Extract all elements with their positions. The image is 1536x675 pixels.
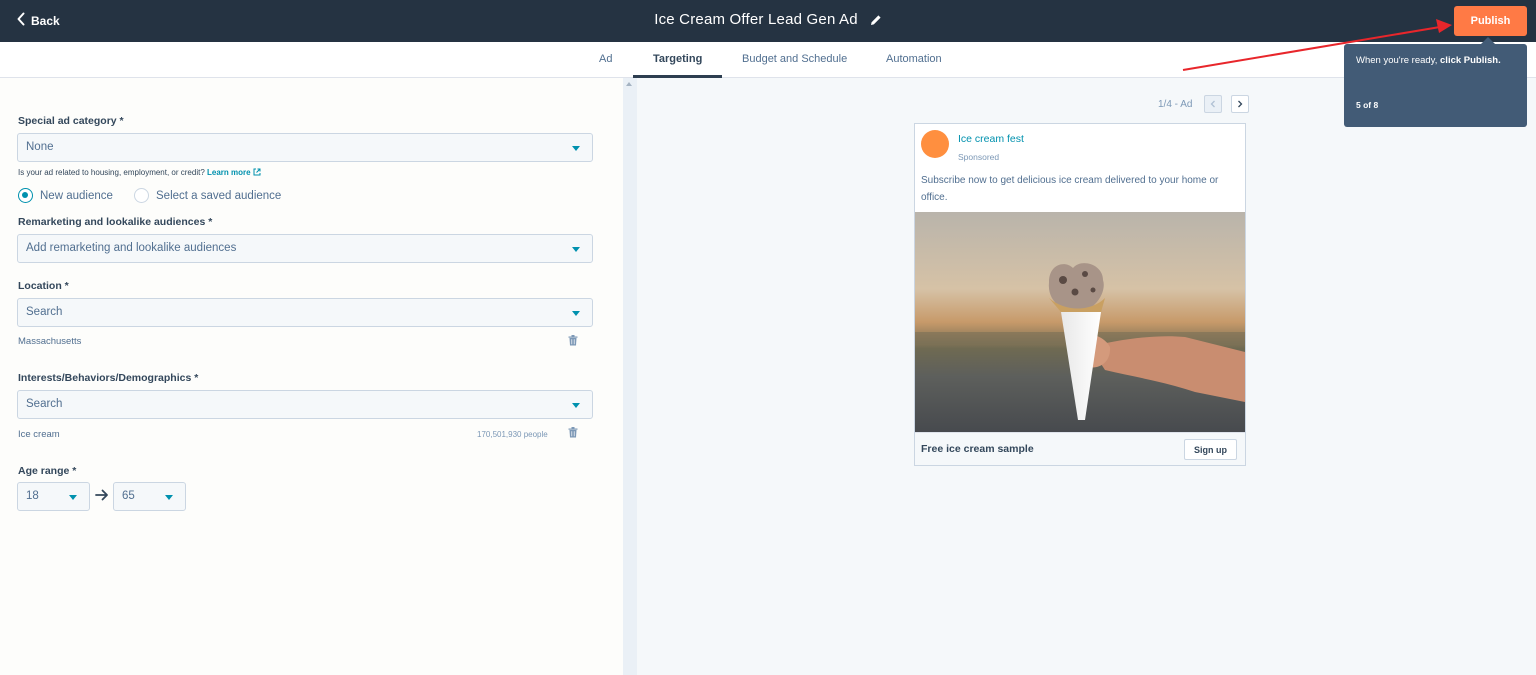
location-label: Location * — [18, 280, 69, 292]
chevron-left-icon — [1210, 100, 1215, 108]
interests-search-select[interactable]: Search — [17, 390, 593, 419]
audience-size: 170,501,930 people — [477, 430, 548, 439]
tooltip-text-prefix: When you're ready, — [1356, 55, 1441, 66]
sign-up-button[interactable]: Sign up — [1184, 439, 1237, 460]
tooltip-text-bold: click Publish. — [1440, 55, 1501, 66]
remarketing-select[interactable]: Add remarketing and lookalike audiences — [17, 234, 593, 263]
selected-interest: Ice cream — [18, 429, 60, 440]
location-search-select[interactable]: Search — [17, 298, 593, 327]
tab-automation[interactable]: Automation — [886, 53, 942, 65]
caret-down-icon — [69, 495, 77, 500]
radio-saved-audience-label: Select a saved audience — [156, 189, 282, 202]
caret-down-icon — [165, 495, 173, 500]
previous-ad-button[interactable] — [1204, 95, 1222, 113]
selected-location: Massachusetts — [18, 336, 82, 347]
special-category-select[interactable]: None — [17, 133, 593, 162]
pencil-icon[interactable] — [870, 14, 882, 26]
ad-preview-card: Ice cream fest Sponsored Subscribe now t… — [914, 123, 1246, 466]
tab-bar: Ad Targeting Budget and Schedule Automat… — [0, 42, 1536, 78]
avatar — [921, 130, 949, 158]
next-ad-button[interactable] — [1231, 95, 1249, 113]
special-category-label: Special ad category * — [18, 115, 124, 127]
caret-down-icon — [572, 403, 580, 408]
sponsored-label: Sponsored — [958, 152, 1000, 162]
tab-budget-and-schedule[interactable]: Budget and Schedule — [742, 53, 847, 65]
onboarding-tooltip: When you're ready, click Publish. 5 of 8 — [1344, 37, 1527, 127]
tab-ad[interactable]: Ad — [599, 53, 612, 65]
targeting-form: Special ad category * None Is your ad re… — [0, 78, 623, 675]
age-min-value: 18 — [26, 490, 39, 502]
radio-unchecked — [134, 188, 149, 203]
caret-down-icon — [572, 247, 580, 252]
trash-icon[interactable] — [568, 427, 578, 438]
age-min-select[interactable]: 18 — [17, 482, 90, 511]
ad-body-text: Subscribe now to get delicious ice cream… — [921, 175, 1219, 203]
ad-card-footer: Free ice cream sample Sign up — [915, 432, 1245, 465]
learn-more-label: Learn more — [207, 168, 251, 177]
preview-pager-label: 1/4 - Ad — [1158, 99, 1193, 110]
tooltip-step-counter: 5 of 8 — [1356, 100, 1379, 110]
top-bar: Back Ice Cream Offer Lead Gen Ad Publish — [0, 0, 1536, 42]
page-title: Ice Cream Offer Lead Gen Ad — [654, 11, 858, 28]
scroll-up-icon[interactable] — [626, 82, 632, 86]
interests-placeholder: Search — [26, 398, 63, 410]
radio-new-audience-label: New audience — [40, 189, 113, 202]
chevron-right-icon — [1238, 100, 1243, 108]
age-max-select[interactable]: 65 — [113, 482, 186, 511]
radio-checked — [18, 188, 33, 203]
tab-targeting[interactable]: Targeting — [653, 53, 702, 65]
location-placeholder: Search — [26, 306, 63, 318]
trash-icon[interactable] — [568, 335, 578, 346]
radio-new-audience[interactable]: New audience — [18, 188, 113, 203]
caret-down-icon — [572, 311, 580, 316]
hint-text: Is your ad related to housing, employmen… — [18, 168, 205, 177]
special-category-value: None — [26, 141, 54, 153]
ad-image — [915, 212, 1245, 432]
age-max-value: 65 — [122, 490, 135, 502]
page-name-link[interactable]: Ice cream fest — [958, 133, 1024, 145]
publish-button[interactable]: Publish — [1454, 6, 1527, 36]
remarketing-label: Remarketing and lookalike audiences * — [18, 216, 213, 228]
interests-label: Interests/Behaviors/Demographics * — [18, 372, 199, 384]
external-link-icon — [253, 168, 261, 176]
title-group: Ice Cream Offer Lead Gen Ad — [0, 11, 1536, 28]
learn-more-link[interactable]: Learn more — [207, 168, 261, 177]
caret-down-icon — [572, 146, 580, 151]
radio-saved-audience[interactable]: Select a saved audience — [134, 188, 281, 203]
scrollbar[interactable] — [623, 78, 637, 675]
arrow-right-icon — [95, 489, 109, 501]
tooltip-text: When you're ready, click Publish. — [1356, 53, 1516, 68]
age-range-label: Age range * — [18, 465, 77, 477]
ad-headline: Free ice cream sample — [921, 443, 1034, 455]
remarketing-placeholder: Add remarketing and lookalike audiences — [26, 242, 237, 254]
special-category-hint: Is your ad related to housing, employmen… — [18, 168, 261, 177]
